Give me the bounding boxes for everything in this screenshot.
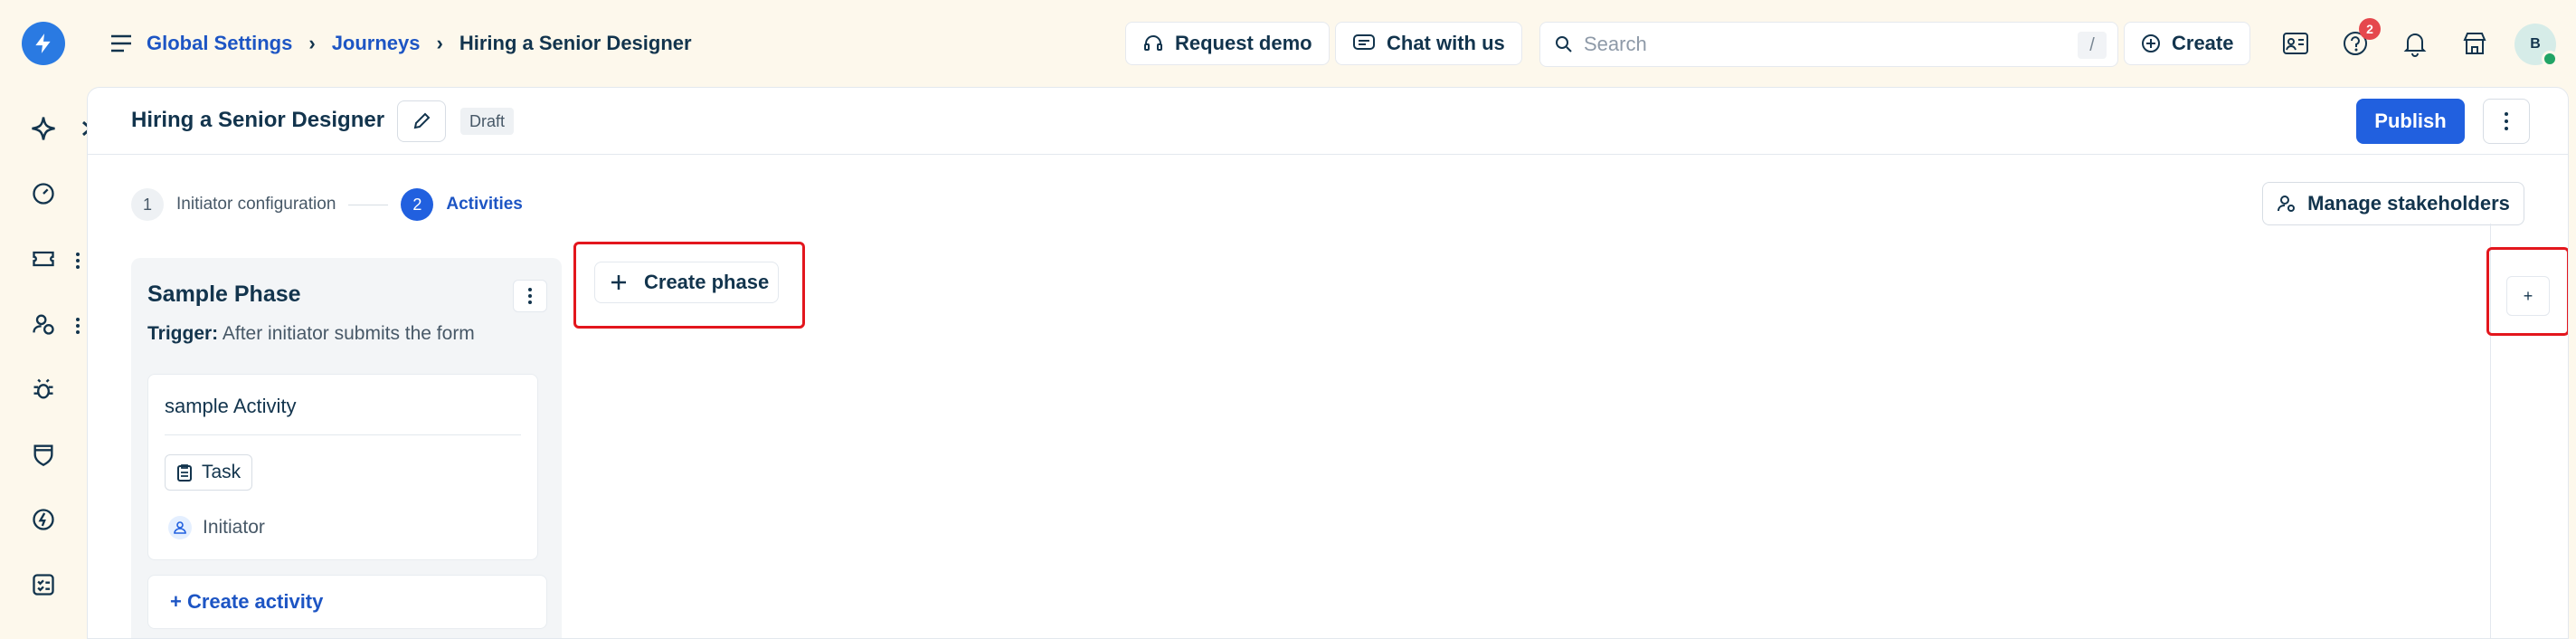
step-2-label[interactable]: Activities xyxy=(446,195,522,215)
chat-with-us-label: Chat with us xyxy=(1387,32,1505,54)
divider xyxy=(165,434,521,435)
online-status-indicator xyxy=(2542,51,2558,67)
edit-title-button[interactable] xyxy=(397,100,446,142)
shield-icon[interactable] xyxy=(27,438,60,471)
search-icon xyxy=(1556,36,1572,52)
search-shortcut-key: / xyxy=(2078,32,2107,59)
create-label: Create xyxy=(2172,32,2234,54)
step-1-label[interactable]: Initiator configuration xyxy=(176,195,336,215)
plus-icon xyxy=(611,275,626,290)
step-1-number[interactable]: 1 xyxy=(131,188,164,221)
contacts-more-icon[interactable] xyxy=(72,315,83,337)
assignee-label: Initiator xyxy=(203,517,265,538)
help-notification-badge: 2 xyxy=(2359,18,2381,40)
activity-card[interactable]: sample Activity Task Initiator xyxy=(147,374,538,560)
activity-assignee: Initiator xyxy=(168,516,265,539)
pencil-icon xyxy=(413,112,431,129)
manage-stakeholders-button[interactable]: Manage stakeholders xyxy=(2262,182,2524,225)
search-input[interactable] xyxy=(1584,23,2054,66)
publish-button[interactable]: Publish xyxy=(2356,99,2465,144)
app-logo-icon[interactable] xyxy=(22,22,65,65)
kebab-menu-icon xyxy=(2505,112,2508,130)
clipboard-icon xyxy=(177,464,192,482)
title-bar: Hiring a Senior Designer Draft Publish xyxy=(88,88,2568,155)
user-icon xyxy=(168,516,192,539)
phase-column: Sample Phase Trigger: After initiator su… xyxy=(131,258,562,638)
manage-stakeholders-label: Manage stakeholders xyxy=(2307,192,2510,215)
ticket-more-icon[interactable] xyxy=(72,250,83,272)
chat-with-us-button[interactable]: Chat with us xyxy=(1335,22,1522,65)
breadcrumb-current: Hiring a Senior Designer xyxy=(459,32,692,54)
sparkle-icon[interactable] xyxy=(27,112,60,145)
breadcrumb-global-settings[interactable]: Global Settings xyxy=(147,32,292,55)
page-title: Hiring a Senior Designer xyxy=(131,108,385,132)
store-icon[interactable] xyxy=(2458,27,2491,60)
contact-card-icon[interactable] xyxy=(2279,27,2312,60)
status-badge: Draft xyxy=(460,108,515,135)
phase-title: Sample Phase xyxy=(147,281,301,307)
search-box: / xyxy=(1539,22,2118,67)
create-activity-button[interactable]: + Create activity xyxy=(147,575,547,629)
checklist-icon[interactable] xyxy=(27,568,60,601)
stepper: 1 Initiator configuration 2 Activities xyxy=(131,187,523,222)
plus-circle-icon xyxy=(2142,34,2160,52)
ticket-icon[interactable] xyxy=(27,243,60,275)
headset-icon xyxy=(1144,35,1162,51)
breadcrumb-journeys[interactable]: Journeys xyxy=(332,32,421,55)
request-demo-button[interactable]: Request demo xyxy=(1125,22,1330,65)
phase-more-button[interactable] xyxy=(513,280,547,312)
more-options-button[interactable] xyxy=(2483,99,2530,144)
left-rail xyxy=(0,0,93,639)
dashboard-gauge-icon[interactable] xyxy=(27,177,60,210)
activity-title: sample Activity xyxy=(165,395,297,417)
main-panel: Hiring a Senior Designer Draft Publish 1… xyxy=(87,87,2569,639)
step-2-number[interactable]: 2 xyxy=(401,188,434,221)
chat-bubble-icon xyxy=(1353,34,1375,50)
automation-icon[interactable] xyxy=(27,503,60,536)
activity-type-label: Task xyxy=(202,462,242,482)
bell-icon[interactable] xyxy=(2399,27,2431,60)
add-phase-side-button[interactable]: + xyxy=(2506,276,2550,316)
create-phase-label: Create phase xyxy=(644,271,770,293)
contacts-icon[interactable] xyxy=(27,308,60,340)
create-phase-button[interactable]: Create phase xyxy=(594,262,779,303)
breadcrumb: Global Settings › Journeys › Hiring a Se… xyxy=(147,29,692,58)
bug-icon[interactable] xyxy=(27,373,60,405)
user-gear-icon xyxy=(2278,196,2296,212)
phase-trigger: Trigger: After initiator submits the for… xyxy=(147,323,475,345)
breadcrumb-separator: › xyxy=(436,32,443,54)
breadcrumb-separator: › xyxy=(308,32,316,54)
trigger-text: After initiator submits the form xyxy=(222,323,475,344)
trigger-label: Trigger: xyxy=(147,323,219,344)
request-demo-label: Request demo xyxy=(1175,32,1312,54)
activity-type-chip: Task xyxy=(165,454,253,491)
kebab-menu-icon xyxy=(528,288,532,304)
hamburger-menu-icon[interactable] xyxy=(109,31,134,56)
create-button[interactable]: Create xyxy=(2124,22,2251,65)
